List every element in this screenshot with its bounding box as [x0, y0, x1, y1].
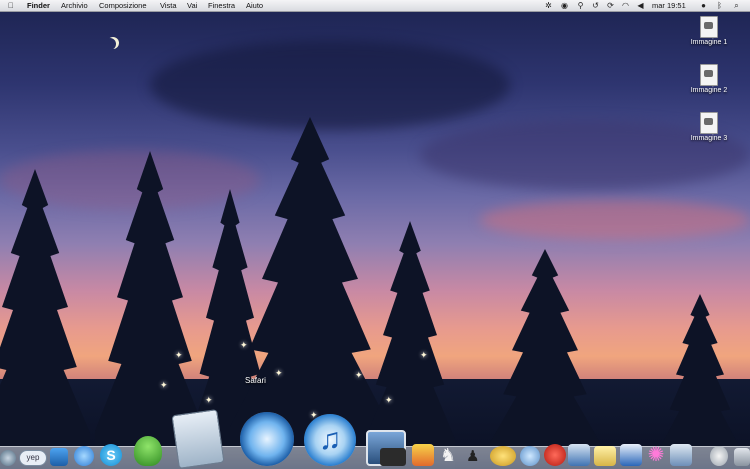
menubar-clock[interactable]: mar 19:51 — [652, 0, 686, 11]
moon — [104, 38, 116, 50]
chess-icon[interactable]: ♞ — [440, 444, 456, 466]
yep-icon[interactable]: yep — [19, 450, 47, 466]
sparkle: ✦ — [385, 395, 393, 405]
desktop-file-icon[interactable]: Immagine 2 — [679, 64, 739, 94]
menu-vai[interactable]: Vai — [187, 0, 197, 11]
spark-icon[interactable] — [520, 446, 540, 466]
sparkle: ✦ — [205, 395, 213, 405]
sparkle: ✦ — [275, 368, 283, 378]
menu-finder[interactable]: Finder — [27, 0, 50, 11]
image-file-icon — [700, 112, 718, 134]
tools-icon[interactable]: ⚲ — [576, 1, 585, 10]
camera-icon[interactable] — [380, 448, 406, 466]
user-icon[interactable]: ● — [699, 1, 708, 10]
adium-icon[interactable] — [134, 436, 162, 466]
desktop-file-label: Immagine 2 — [690, 87, 728, 94]
cloud — [480, 200, 750, 240]
menu-bar:  Finder Archivio Composizione Vista Vai… — [0, 0, 750, 12]
notes-icon[interactable] — [594, 446, 616, 466]
image-capture-icon[interactable] — [670, 444, 692, 466]
sparkle: ✦ — [355, 370, 363, 380]
tool-icon[interactable] — [710, 446, 728, 466]
cloud — [150, 40, 510, 130]
sparkle: ✦ — [240, 340, 248, 350]
bluetooth-icon[interactable]: ᛒ — [715, 1, 724, 10]
calendar-icon[interactable] — [620, 444, 642, 466]
safari-icon[interactable] — [240, 412, 294, 466]
pencil-icon[interactable] — [544, 444, 566, 466]
desktop-file-label: Immagine 3 — [690, 135, 728, 142]
spotlight-icon[interactable]: ⌕ — [732, 1, 741, 10]
image-file-icon — [700, 16, 718, 38]
skype-icon[interactable]: S — [100, 444, 122, 466]
sparkle: ✦ — [420, 350, 428, 360]
preview-icon[interactable] — [171, 409, 225, 469]
automator-icon[interactable]: ♟ — [466, 448, 482, 466]
dashboard-icon[interactable] — [50, 448, 68, 466]
desktop-file-icon[interactable]: Immagine 1 — [679, 16, 739, 46]
app-store-icon[interactable] — [74, 446, 94, 466]
tree — [490, 249, 600, 469]
menu-vista[interactable]: Vista — [160, 0, 177, 11]
photo-booth-icon[interactable] — [412, 444, 434, 466]
trash-icon[interactable] — [734, 448, 750, 466]
desktop-file-icon[interactable]: Immagine 3 — [679, 112, 739, 142]
menu-aiuto[interactable]: Aiuto — [246, 0, 263, 11]
volume-icon[interactable]: ◀ — [636, 1, 645, 10]
mail-icon[interactable] — [568, 444, 590, 466]
desktop-file-label: Immagine 1 — [690, 39, 728, 46]
sparkle: ✦ — [175, 350, 183, 360]
apple-icon[interactable]:  — [8, 0, 14, 11]
finder-icon[interactable] — [0, 450, 16, 466]
menu-finestra[interactable]: Finestra — [208, 0, 235, 11]
star-icon[interactable]: ✺ — [645, 444, 667, 466]
activity-icon[interactable]: ✲ — [544, 1, 553, 10]
image-file-icon — [700, 64, 718, 86]
tree — [0, 169, 90, 469]
coins-icon[interactable] — [490, 446, 516, 466]
time-machine-icon[interactable]: ↺ — [591, 1, 600, 10]
menu-composizione[interactable]: Composizione — [99, 0, 147, 11]
sparkle: ✦ — [160, 380, 168, 390]
sync-icon[interactable]: ⟳ — [606, 1, 615, 10]
dock-tooltip: Safari — [245, 376, 266, 385]
itunes-icon[interactable]: ♫ — [304, 414, 356, 466]
wifi-icon[interactable]: ◠ — [621, 1, 630, 10]
menu-archivio[interactable]: Archivio — [61, 0, 88, 11]
clock-app-icon[interactable]: ◉ — [560, 1, 569, 10]
desktop-wallpaper: ✦ ✦ ✦ ✦ ✦ ✦ ✦ ✦ ✦ ✦ — [0, 0, 750, 469]
